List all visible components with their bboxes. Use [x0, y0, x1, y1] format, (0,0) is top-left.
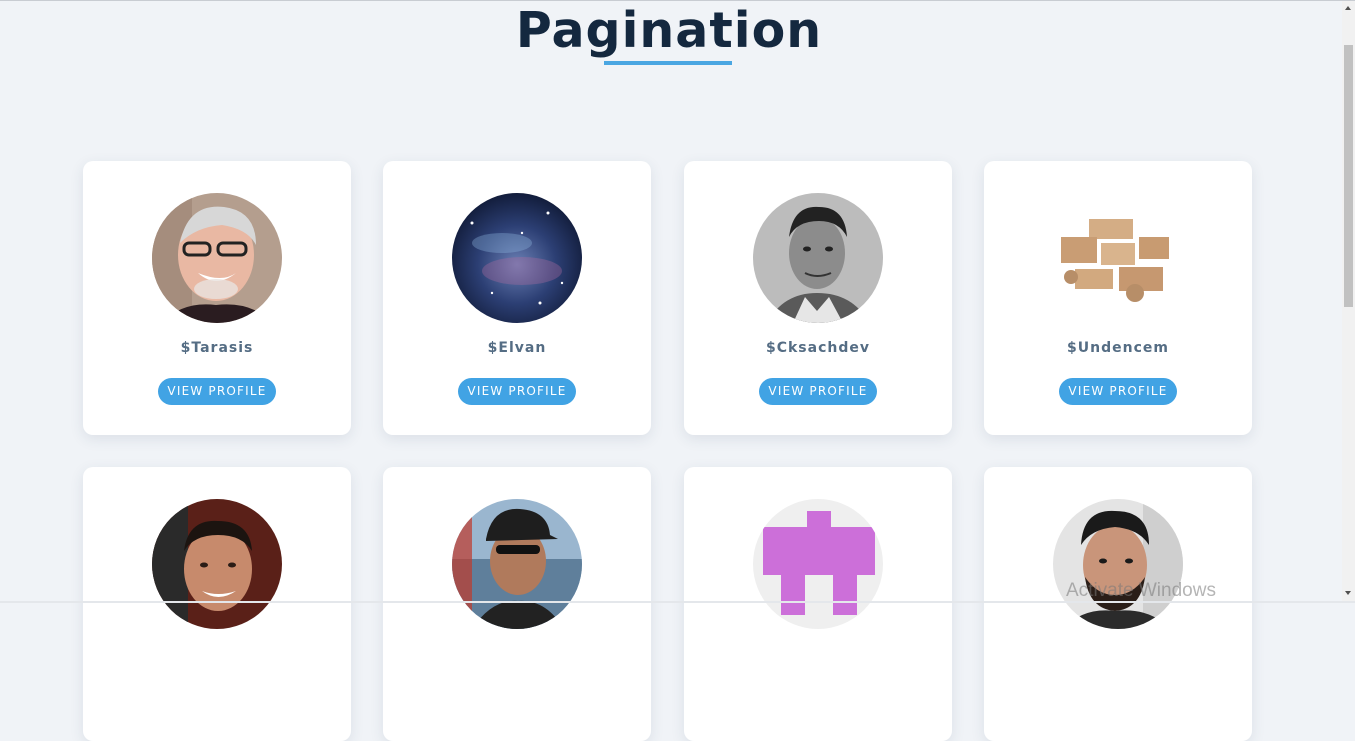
user-card: [383, 467, 651, 741]
view-profile-button[interactable]: VIEW PROFILE: [458, 378, 576, 405]
view-profile-button[interactable]: VIEW PROFILE: [158, 378, 276, 405]
avatar-man-cap-sunglasses: [452, 499, 582, 629]
scroll-down-arrow-icon[interactable]: [1345, 591, 1351, 595]
avatar-pixel-invader: [753, 499, 883, 629]
user-card: $Elvan VIEW PROFILE: [383, 161, 651, 435]
scroll-up-arrow-icon[interactable]: [1345, 6, 1351, 10]
user-name: $Cksachdev: [765, 340, 870, 356]
title-underline: [604, 61, 732, 65]
user-card: [83, 467, 351, 741]
view-profile-button[interactable]: VIEW PROFILE: [1059, 378, 1177, 405]
activate-windows-watermark: Activate Windows: [1066, 580, 1216, 601]
view-profile-button[interactable]: VIEW PROFILE: [759, 378, 877, 405]
top-border: [0, 0, 1355, 1]
avatar-bearded-man: [1053, 499, 1183, 629]
user-name: $Tarasis: [180, 340, 254, 356]
user-card: $Undencem VIEW PROFILE: [984, 161, 1252, 435]
avatar-man-grayscale: [753, 193, 883, 323]
avatar-cardboard-boxes: [1053, 193, 1183, 323]
scroll-thumb[interactable]: [1344, 45, 1353, 307]
avatar-smiling-man: [152, 499, 282, 629]
user-name: $Undencem: [1067, 340, 1169, 356]
user-card: $Cksachdev VIEW PROFILE: [684, 161, 952, 435]
avatar-galaxy: [452, 193, 582, 323]
user-card: $Tarasis VIEW PROFILE: [83, 161, 351, 435]
vertical-scrollbar[interactable]: [1342, 1, 1355, 601]
page-title: Pagination: [515, 2, 823, 59]
user-card: [984, 467, 1252, 741]
avatar-smiling-man-glasses: [152, 193, 282, 323]
user-name: $Elvan: [487, 340, 547, 356]
user-card: [684, 467, 952, 741]
